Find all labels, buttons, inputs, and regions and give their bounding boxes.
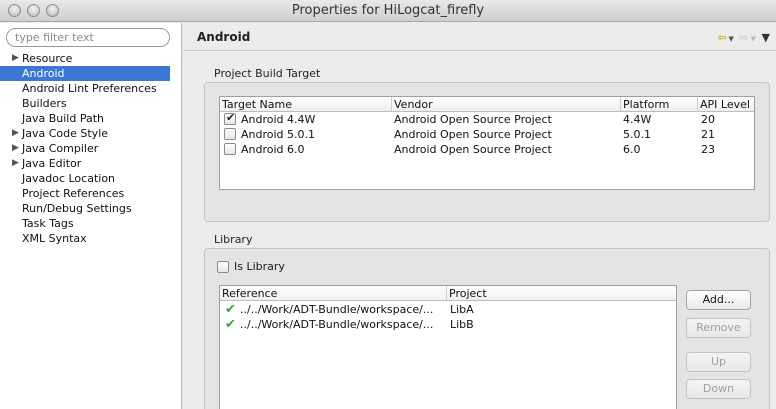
move-up-button[interactable]: Up (686, 352, 751, 372)
move-down-button[interactable]: Down (686, 379, 751, 399)
table-header: Target Name Vendor Platform API Level (220, 97, 754, 112)
check-icon: ✔ (225, 317, 236, 332)
expand-arrow-icon[interactable]: ▶ (12, 51, 19, 66)
column-header-api-level[interactable]: API Level (698, 97, 754, 112)
window-titlebar: Properties for HiLogcat_firefly (0, 0, 776, 22)
sidebar-item-android-lint-preferences[interactable]: Android Lint Preferences (0, 81, 182, 96)
filter-input[interactable] (6, 28, 170, 47)
window-title: Properties for HiLogcat_firefly (291, 3, 485, 18)
sidebar-item-builders[interactable]: Builders (0, 96, 182, 111)
library-project: LibA (450, 303, 474, 316)
is-library-label: Is Library (234, 260, 285, 273)
build-target-label: Project Build Target (214, 67, 321, 80)
build-target-group: Target Name Vendor Platform API Level An… (204, 82, 770, 222)
table-header: Reference Project (220, 286, 676, 301)
library-group: Is Library Reference Project ✔ ../../Wor… (204, 248, 770, 409)
column-header-reference[interactable]: Reference (220, 286, 447, 301)
forward-dropdown-icon[interactable]: ▼ (751, 35, 756, 43)
page-header: Android ⇦ ▼ ⇨ ▼ ▼ (183, 23, 776, 51)
target-vendor: Android Open Source Project (394, 143, 552, 156)
sidebar-item-run-debug-settings[interactable]: Run/Debug Settings (0, 201, 182, 216)
sidebar-item-xml-syntax[interactable]: XML Syntax (0, 231, 182, 246)
table-row[interactable]: Android 5.0.1 Android Open Source Projec… (220, 127, 754, 142)
view-menu-icon[interactable]: ▼ (762, 31, 770, 44)
target-api-level: 21 (701, 128, 715, 141)
sidebar-item-resource[interactable]: ▶ Resource (0, 51, 182, 66)
column-header-platform[interactable]: Platform (621, 97, 698, 112)
target-checkbox[interactable] (224, 111, 236, 125)
page-title: Android (197, 30, 251, 44)
library-reference: ../../Work/ADT-Bundle/workspace/... (240, 303, 434, 316)
library-label: Library (214, 233, 253, 246)
target-name: Android 5.0.1 (241, 128, 316, 141)
column-header-vendor[interactable]: Vendor (392, 97, 621, 112)
sidebar-item-java-code-style[interactable]: ▶ Java Code Style (0, 126, 182, 141)
arrow-back-icon[interactable]: ⇦ (717, 31, 726, 44)
expand-arrow-icon[interactable]: ▶ (12, 156, 19, 171)
check-icon: ✔ (225, 302, 236, 317)
target-platform: 6.0 (623, 143, 641, 156)
table-row[interactable]: ✔ ../../Work/ADT-Bundle/workspace/... Li… (220, 317, 676, 332)
sidebar-item-javadoc-location[interactable]: Javadoc Location (0, 171, 182, 186)
sidebar-item-task-tags[interactable]: Task Tags (0, 216, 182, 231)
is-library-checkbox[interactable] (217, 261, 229, 273)
sidebar-item-java-build-path[interactable]: Java Build Path (0, 111, 182, 126)
remove-library-button[interactable]: Remove (686, 318, 751, 338)
page-nav: ⇦ ▼ ⇨ ▼ ▼ (715, 31, 770, 44)
target-vendor: Android Open Source Project (394, 113, 552, 126)
target-name: Android 6.0 (241, 143, 305, 156)
table-row[interactable]: Android 4.4W Android Open Source Project… (220, 111, 754, 127)
table-row[interactable]: Android 6.0 Android Open Source Project … (220, 142, 754, 157)
properties-page: Android ⇦ ▼ ⇨ ▼ ▼ Project Build Target Tar… (183, 23, 776, 409)
target-api-level: 23 (701, 143, 715, 156)
column-header-target-name[interactable]: Target Name (220, 97, 392, 112)
expand-arrow-icon[interactable]: ▶ (12, 126, 19, 141)
back-dropdown-icon[interactable]: ▼ (729, 35, 734, 43)
arrow-forward-icon[interactable]: ⇨ (739, 31, 748, 44)
sidebar-item-project-references[interactable]: Project References (0, 186, 182, 201)
sidebar: ▶ Resource Android Android Lint Preferen… (0, 23, 182, 409)
expand-arrow-icon[interactable]: ▶ (12, 141, 19, 156)
library-table: Reference Project ✔ ../../Work/ADT-Bundl… (219, 285, 677, 409)
table-row[interactable]: ✔ ../../Work/ADT-Bundle/workspace/... Li… (220, 302, 676, 317)
target-vendor: Android Open Source Project (394, 128, 552, 141)
library-reference: ../../Work/ADT-Bundle/workspace/... (240, 318, 434, 331)
library-project: LibB (450, 318, 474, 331)
target-checkbox[interactable] (224, 128, 236, 140)
add-library-button[interactable]: Add... (686, 290, 751, 310)
target-platform: 5.0.1 (623, 128, 651, 141)
column-header-project[interactable]: Project (447, 286, 676, 301)
target-api-level: 20 (701, 113, 715, 126)
target-platform: 4.4W (623, 113, 652, 126)
sidebar-item-android[interactable]: Android (0, 66, 170, 81)
target-name: Android 4.4W (241, 113, 316, 126)
preference-tree: ▶ Resource Android Android Lint Preferen… (0, 51, 182, 246)
build-target-table: Target Name Vendor Platform API Level An… (219, 96, 755, 190)
target-checkbox[interactable] (224, 143, 236, 155)
sidebar-item-java-compiler[interactable]: ▶ Java Compiler (0, 141, 182, 156)
sidebar-item-java-editor[interactable]: ▶ Java Editor (0, 156, 182, 171)
